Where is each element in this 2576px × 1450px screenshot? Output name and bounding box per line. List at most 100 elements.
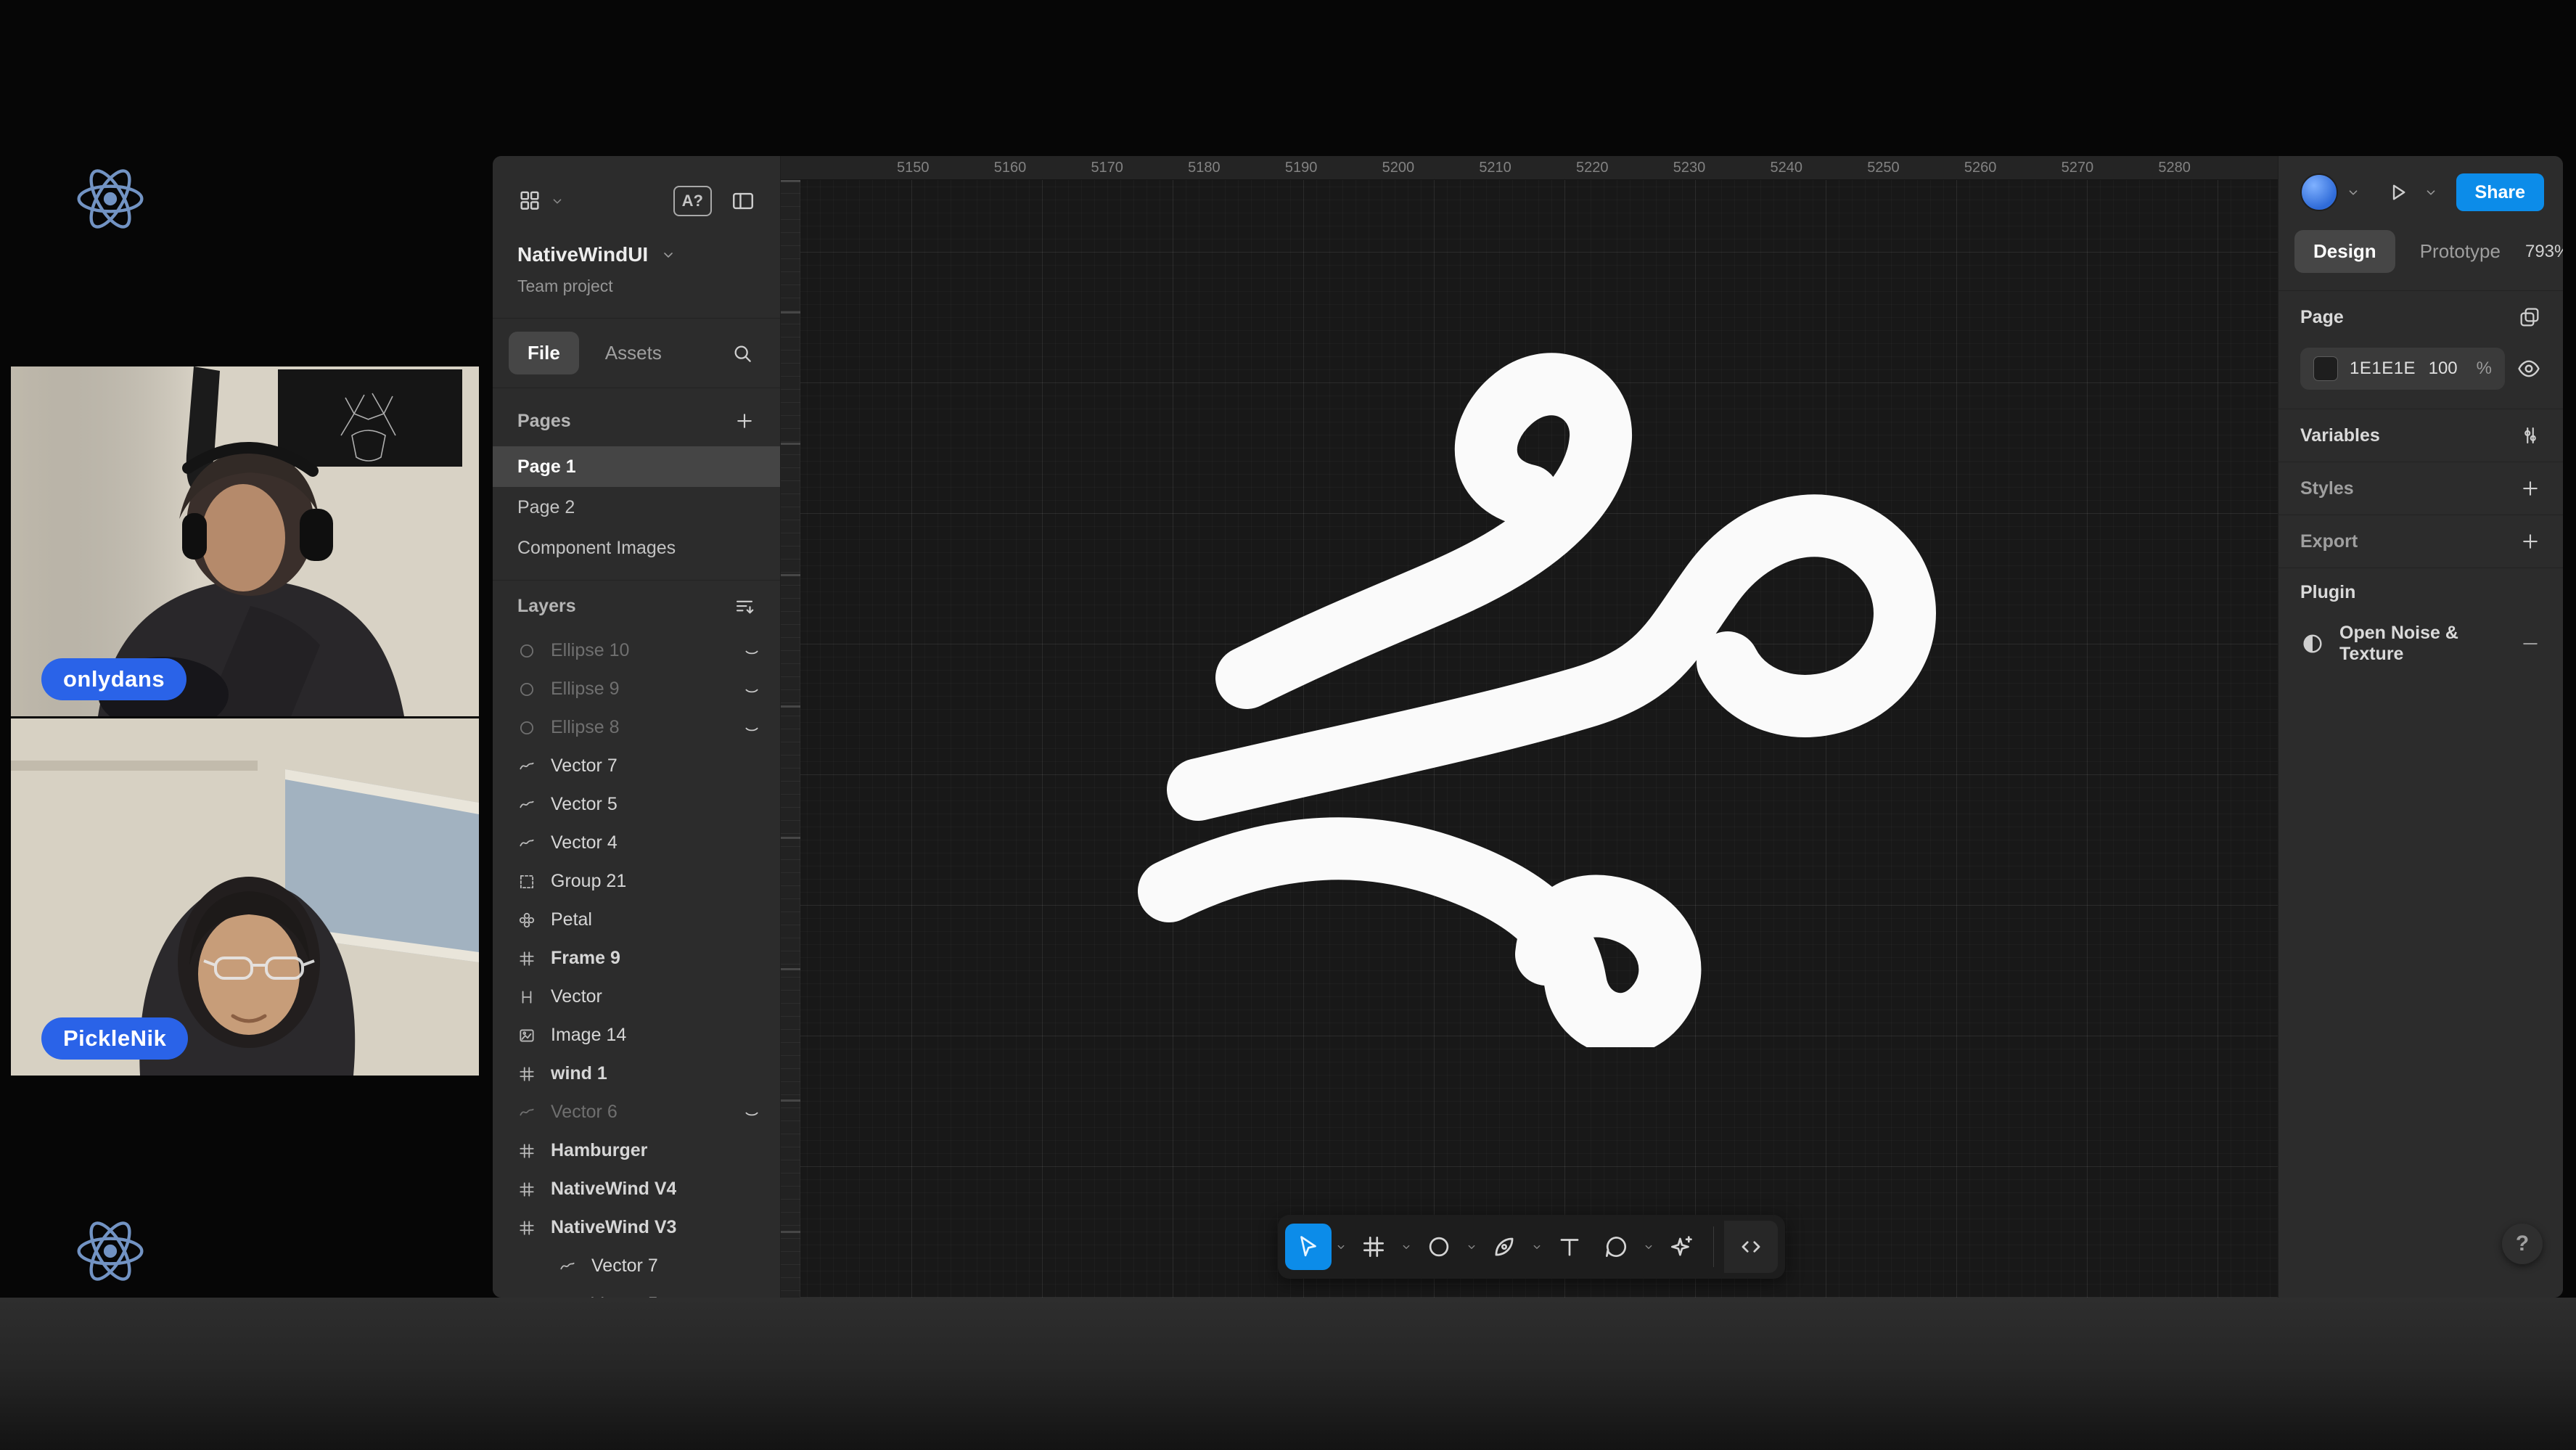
chevron-down-icon[interactable] — [660, 246, 677, 263]
layer-name: Frame 9 — [551, 948, 620, 969]
layer-name: Group 21 — [551, 871, 626, 892]
layer-name: Ellipse 10 — [551, 640, 629, 661]
page-item[interactable]: Page 2 — [493, 487, 780, 528]
layer-name: Hamburger — [551, 1140, 647, 1161]
help-button[interactable]: ? — [2502, 1224, 2543, 1264]
layer-row[interactable]: Vector — [493, 978, 780, 1016]
layer-name: Vector 5 — [551, 794, 618, 815]
layer-row[interactable]: Vector 7 — [493, 1247, 780, 1285]
plus-icon[interactable] — [2519, 478, 2541, 499]
layer-row[interactable]: NativeWind V3 — [493, 1208, 780, 1247]
layer-row[interactable]: Vector 6 — [493, 1093, 780, 1131]
tool-bar — [1278, 1215, 1785, 1279]
layer-row[interactable]: Hamburger — [493, 1131, 780, 1170]
page-item[interactable]: Component Images — [493, 528, 780, 568]
canvas[interactable] — [781, 180, 2278, 1298]
layer-options-icon[interactable] — [734, 595, 755, 617]
layer-row[interactable]: Vector 5 — [493, 1285, 780, 1298]
deer-art-frame — [278, 369, 462, 467]
opacity-value[interactable]: 100 — [2429, 359, 2458, 379]
chevron-down-icon[interactable] — [2423, 184, 2439, 200]
remove-plugin-icon[interactable] — [2519, 633, 2541, 655]
layers-title: Layers — [517, 596, 576, 617]
plugin-item[interactable]: Open Noise & Texture — [2278, 616, 2563, 671]
page-color-row: 1E1E1E 100 % — [2278, 343, 2563, 409]
layer-row[interactable]: Ellipse 10 — [493, 631, 780, 670]
layer-row[interactable]: Image 14 — [493, 1016, 780, 1054]
search-icon[interactable] — [731, 342, 754, 365]
frame-icon — [517, 1180, 536, 1199]
canvas-column: 5150516051705180519052005210522052305240… — [781, 156, 2278, 1298]
vector-icon — [558, 1257, 577, 1276]
layer-row[interactable]: NativeWind V4 — [493, 1170, 780, 1208]
tool-chevron-icon[interactable] — [1332, 1224, 1350, 1270]
layer-row[interactable]: Ellipse 9 — [493, 670, 780, 708]
page-item[interactable]: Page 1 — [493, 446, 780, 487]
webcam-tile-picklenik: PickleNik — [11, 718, 479, 1076]
desktop-bottom-gradient — [0, 1298, 2576, 1450]
frame-tool-button[interactable] — [1350, 1224, 1397, 1270]
ruler-label: 5160 — [994, 160, 1027, 176]
project-subtitle: Team project — [517, 277, 755, 318]
hidden-eye-icon[interactable] — [742, 718, 761, 737]
layer-row[interactable]: Frame 9 — [493, 939, 780, 978]
color-swatch[interactable] — [2313, 356, 2338, 381]
hidden-eye-icon[interactable] — [742, 642, 761, 660]
chevron-down-icon[interactable] — [2345, 184, 2361, 200]
present-play-icon[interactable] — [2385, 180, 2410, 205]
main-menu-icon[interactable] — [517, 189, 542, 213]
avatar[interactable] — [2300, 173, 2338, 211]
layer-row[interactable]: Vector 4 — [493, 824, 780, 862]
ruler-label: 5200 — [1382, 160, 1415, 176]
vertical-ruler — [781, 180, 800, 1298]
tool-chevron-icon[interactable] — [1527, 1224, 1546, 1270]
page-color-input[interactable]: 1E1E1E 100 % — [2300, 348, 2505, 390]
sliders-icon[interactable] — [2519, 425, 2541, 446]
layer-name: wind 1 — [551, 1063, 607, 1084]
react-logo-bottom — [73, 1213, 148, 1289]
page-grid-icon[interactable] — [2518, 306, 2541, 329]
eye-icon[interactable] — [2516, 356, 2541, 381]
layer-row[interactable]: Ellipse 8 — [493, 708, 780, 747]
dev-mode-toggle[interactable] — [1724, 1221, 1778, 1273]
move-tool-button[interactable] — [1285, 1224, 1332, 1270]
color-hex-value[interactable]: 1E1E1E — [2350, 359, 2416, 379]
zoom-level[interactable]: 793% — [2525, 242, 2563, 262]
layer-row[interactable]: Vector 5 — [493, 785, 780, 824]
layer-row[interactable]: Group 21 — [493, 862, 780, 901]
layer-row[interactable]: Petal — [493, 901, 780, 939]
comment-tool-button[interactable] — [1593, 1224, 1639, 1270]
ruler-label: 5150 — [897, 160, 930, 176]
project-title[interactable]: NativeWindUI — [517, 243, 648, 266]
layer-row[interactable]: wind 1 — [493, 1054, 780, 1093]
tool-chevron-icon[interactable] — [1639, 1224, 1658, 1270]
left-panel: A? NativeWindUI Team project FileAssets … — [493, 156, 781, 1298]
ruler-label: 5250 — [1867, 160, 1900, 176]
layer-row[interactable]: Vector 7 — [493, 747, 780, 785]
plugin-title: Plugin — [2300, 582, 2355, 603]
hidden-eye-icon[interactable] — [742, 680, 761, 699]
text-tool-button[interactable] — [1546, 1224, 1593, 1270]
tool-chevron-icon[interactable] — [1462, 1224, 1481, 1270]
tab-design[interactable]: Design — [2294, 230, 2395, 273]
actions-tool-button[interactable] — [1658, 1224, 1705, 1270]
tab-file[interactable]: File — [509, 332, 579, 374]
participant-badge-onlydans: onlydans — [41, 658, 186, 700]
chevron-down-icon[interactable] — [549, 193, 565, 209]
plugin-item-label[interactable]: Open Noise & Texture — [2339, 623, 2490, 665]
plus-icon[interactable] — [2519, 531, 2541, 552]
webcam-tile-onlydans: onlydans — [11, 366, 479, 716]
share-button[interactable]: Share — [2456, 173, 2544, 211]
tool-chevron-icon[interactable] — [1397, 1224, 1416, 1270]
sidebar-toggle-icon[interactable] — [731, 189, 755, 213]
ruler-label: 5260 — [1964, 160, 1997, 176]
tab-assets[interactable]: Assets — [586, 332, 681, 374]
hidden-eye-icon[interactable] — [742, 1103, 761, 1122]
shape-tool-button[interactable] — [1416, 1224, 1462, 1270]
add-page-icon[interactable] — [734, 410, 755, 432]
spellcheck-badge[interactable]: A? — [673, 186, 712, 216]
petal-icon — [517, 911, 536, 930]
wind-logo-artwork[interactable] — [1133, 351, 1945, 1047]
pen-tool-button[interactable] — [1481, 1224, 1527, 1270]
tab-prototype[interactable]: Prototype — [2401, 230, 2519, 273]
